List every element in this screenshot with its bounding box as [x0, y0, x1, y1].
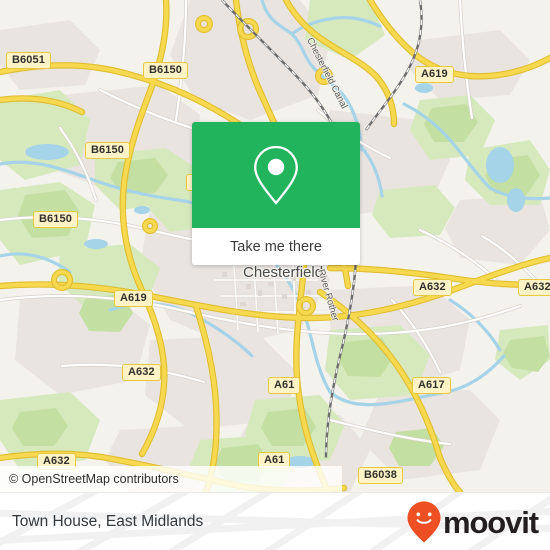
road-shield-a617: A617 [412, 377, 451, 394]
road-shield-b6150: B6150 [85, 142, 130, 159]
place-label-chesterfield: Chesterfield [243, 264, 324, 281]
take-me-there-button[interactable]: Take me there [192, 228, 360, 265]
road-shield-a632: A632 [122, 364, 161, 381]
moovit-smiley-pin-icon [407, 501, 441, 543]
road-shield-b6150: B6150 [33, 211, 78, 228]
page-title: Town House, East Midlands [12, 513, 204, 530]
location-pin-icon [254, 145, 298, 205]
map-attribution-bar: © OpenStreetMap contributors [0, 466, 342, 492]
road-shield-b6150: B6150 [143, 62, 188, 79]
poi-callout-card[interactable]: Take me there [192, 122, 360, 265]
poi-card-image-area [192, 122, 360, 228]
osm-attribution-text[interactable]: © OpenStreetMap contributors [0, 472, 179, 486]
road-shield-a632: A632 [413, 279, 452, 296]
moovit-wordmark: moovit [442, 504, 539, 540]
road-shield-a619: A619 [415, 66, 454, 83]
map-canvas[interactable]: Chesterfield Chesterfield Canal River Ro… [0, 0, 550, 492]
road-shield-a632: A632 [518, 279, 550, 296]
footer-bar: Town House, East Midlands moovit [0, 492, 550, 550]
moovit-logo[interactable]: moovit [407, 493, 539, 550]
moovit-map-screenshot: Chesterfield Chesterfield Canal River Ro… [0, 0, 550, 550]
road-shield-a619: A619 [114, 290, 153, 307]
road-shield-b6038: B6038 [358, 467, 403, 484]
road-shield-b6051: B6051 [6, 52, 51, 69]
road-shield-a61: A61 [268, 377, 301, 394]
